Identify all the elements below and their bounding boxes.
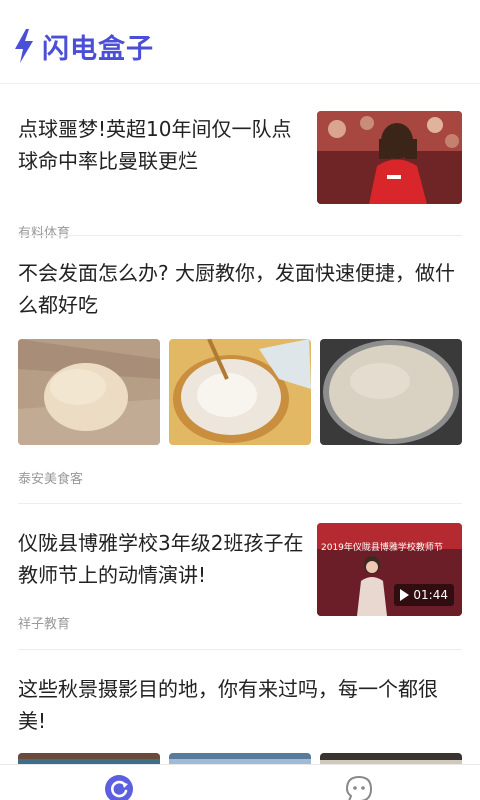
article-thumbnail[interactable] (18, 753, 160, 764)
article-thumbnail[interactable] (320, 339, 462, 445)
article-source: 泰安美食客 (18, 472, 84, 487)
video-duration-badge: 01:44 (394, 584, 454, 606)
article-thumbnail[interactable] (18, 339, 160, 445)
list-item[interactable]: 仪陇县博雅学校3年级2班孩子在教师节上的动情演讲! 祥子教育 2019年仪陇县博… (18, 523, 462, 655)
chat-face-icon (345, 775, 373, 800)
refresh-icon (105, 775, 133, 800)
list-item[interactable]: 点球噩梦!英超10年间仅一队点球命中率比曼联更烂 有料体育 (18, 111, 462, 241)
autumn-trees-image (320, 753, 462, 764)
video-duration: 01:44 (413, 588, 448, 602)
app-logo[interactable]: 闪电盒子 (12, 26, 154, 66)
football-player-image (317, 111, 462, 204)
article-source: 有料体育 (18, 226, 71, 241)
dough-on-cloth-image (18, 339, 160, 445)
feed-divider (18, 503, 462, 504)
article-title[interactable]: 点球噩梦!英超10年间仅一队点球命中率比曼联更烂 (18, 113, 298, 177)
video-banner-text: 2019年仪陇县博雅学校教师节 (321, 543, 443, 553)
autumn-sky-image (169, 753, 311, 764)
article-thumbnail[interactable] (317, 111, 462, 204)
nav-item-messages[interactable] (343, 773, 377, 800)
article-title[interactable]: 这些秋景摄影目的地，你有来过吗，每一个都很美! (18, 673, 462, 737)
feed-divider (18, 649, 462, 650)
list-item[interactable]: 这些秋景摄影目的地，你有来过吗，每一个都很美! (18, 671, 462, 764)
article-title[interactable]: 仪陇县博雅学校3年级2班孩子在教师节上的动情演讲! (18, 527, 308, 591)
status-bar (0, 0, 480, 4)
app-screen: 闪电盒子 点球噩梦!英超10年间仅一队点球命中率比曼联更烂 有料体育 不会发面怎… (0, 0, 480, 800)
video-thumbnail[interactable]: 2019年仪陇县博雅学校教师节 01:44 (317, 523, 462, 616)
feed-divider (18, 235, 462, 236)
app-logo-text: 闪电盒子 (42, 33, 154, 65)
nav-item-home[interactable] (103, 773, 137, 800)
article-thumbnail[interactable] (320, 753, 462, 764)
article-thumbnail[interactable] (169, 753, 311, 764)
lightning-icon (15, 29, 33, 63)
flour-bowl-image (169, 339, 311, 445)
bottom-nav (0, 764, 480, 800)
article-thumbnail[interactable] (169, 339, 311, 445)
list-item[interactable]: 不会发面怎么办? 大厨教你，发面快速便捷，做什么都好吃 泰安美食客 (18, 255, 462, 490)
autumn-landscape-image (18, 753, 160, 764)
news-feed[interactable]: 点球噩梦!英超10年间仅一队点球命中率比曼联更烂 有料体育 不会发面怎么办? 大… (0, 85, 480, 764)
play-icon (400, 589, 410, 601)
app-header: 闪电盒子 (0, 0, 480, 84)
risen-dough-image (320, 339, 462, 445)
article-source: 祥子教育 (18, 617, 71, 632)
article-title[interactable]: 不会发面怎么办? 大厨教你，发面快速便捷，做什么都好吃 (18, 257, 462, 321)
